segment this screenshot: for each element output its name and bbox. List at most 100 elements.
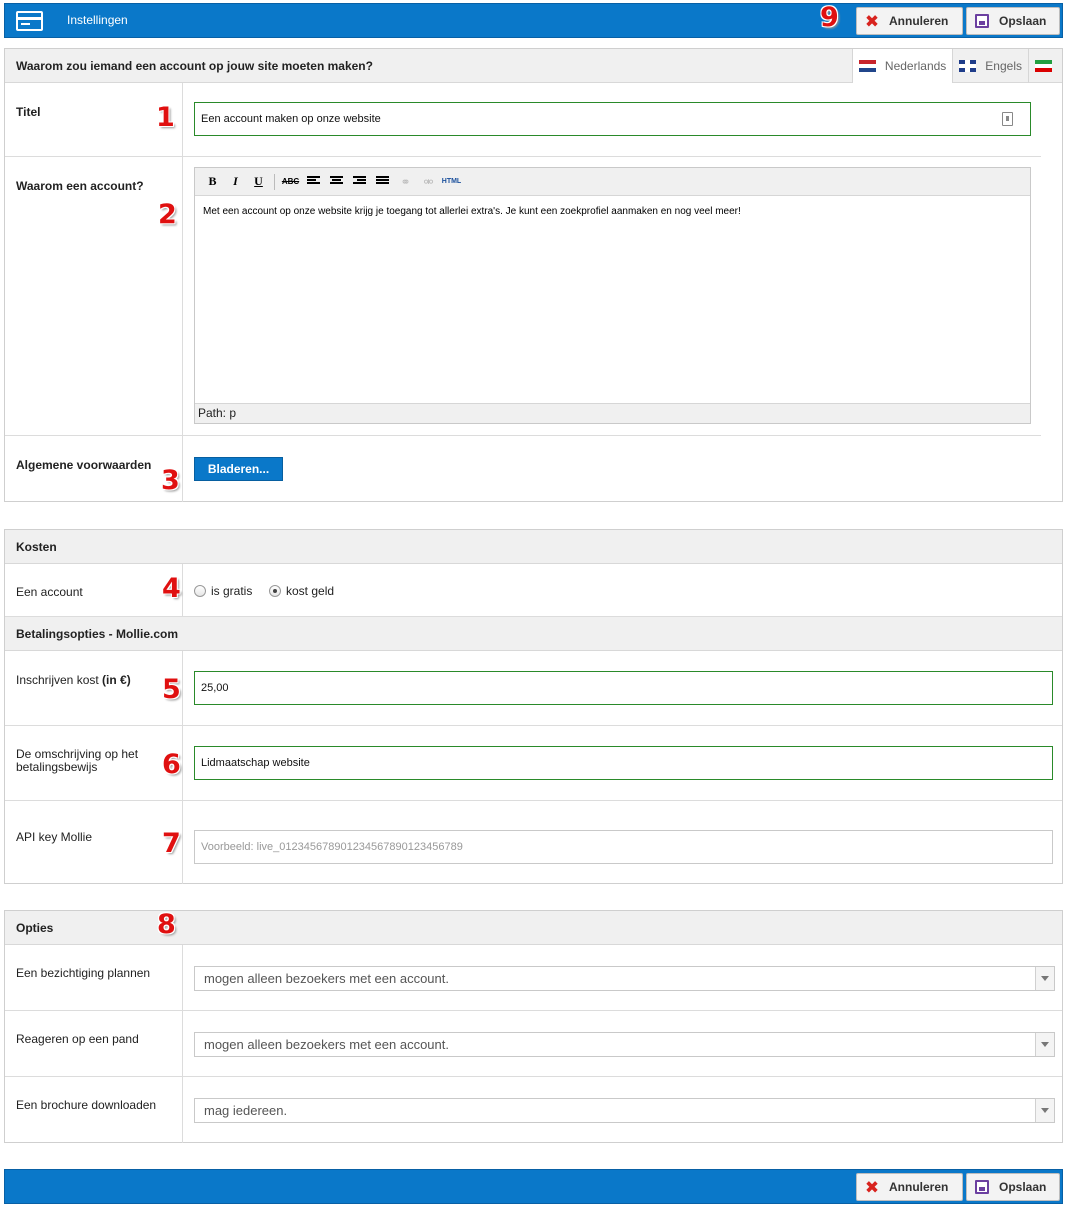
waarom-label: Waarom een account?: [16, 179, 144, 193]
account-panel: Waarom zou iemand een account op jouw si…: [4, 48, 1063, 502]
option-1-label: Een bezichtiging plannen: [16, 966, 151, 980]
editor-content[interactable]: Met een account op onze website krijg je…: [203, 206, 741, 217]
fee-label: Inschrijven kost (in €): [16, 673, 131, 687]
radio-paid-dot[interactable]: [269, 585, 281, 597]
annotation-7: 7: [162, 828, 181, 859]
divider: [182, 83, 183, 156]
flag-nl-icon: [858, 60, 876, 72]
costs-panel: Kosten Een account is gratis kost geld 4…: [4, 529, 1063, 884]
radio-paid[interactable]: kost geld: [269, 584, 334, 598]
api-label: API key Mollie: [16, 830, 93, 844]
close-icon: ✖: [864, 11, 880, 31]
divider: [182, 436, 183, 502]
description-input[interactable]: Lidmaatschap website: [194, 746, 1053, 780]
divider: [182, 726, 183, 800]
divider: [182, 1011, 183, 1076]
save-button-bottom[interactable]: Opslaan: [966, 1173, 1060, 1201]
divider: [182, 651, 183, 725]
divider: [182, 1077, 183, 1143]
titel-label: Titel: [16, 105, 41, 119]
option-2-value: mogen alleen bezoekers met een account.: [204, 1037, 449, 1052]
tab-iran[interactable]: [1028, 49, 1062, 83]
save-icon: [973, 12, 991, 30]
radio-free[interactable]: is gratis: [194, 584, 252, 598]
flag-ir-icon: [1035, 60, 1052, 72]
tab-engels-label: Engels: [985, 59, 1022, 73]
annotation-8: 8: [157, 909, 176, 940]
chevron-down-icon[interactable]: [1035, 1099, 1054, 1122]
browse-button[interactable]: Bladeren...: [194, 457, 283, 481]
tab-nederlands-label: Nederlands: [884, 59, 947, 73]
row-option-2: Reageren op een pand mogen alleen bezoek…: [5, 1011, 1062, 1077]
tab-engels[interactable]: Engels: [952, 49, 1028, 83]
divider: [182, 157, 183, 435]
cancel-button-label: Annuleren: [889, 1180, 949, 1194]
underline-button[interactable]: U: [247, 174, 270, 189]
chevron-down-icon[interactable]: [1035, 967, 1054, 990]
option-2-select[interactable]: mogen alleen bezoekers met een account.: [194, 1032, 1055, 1057]
language-tabs: Nederlands Engels: [851, 49, 1062, 83]
radio-free-dot[interactable]: [194, 585, 206, 597]
account-heading: Waarom zou iemand een account op jouw si…: [5, 49, 1062, 83]
top-toolbar: Instellingen ✖ Annuleren Opslaan: [4, 3, 1063, 38]
save-button[interactable]: Opslaan: [966, 7, 1060, 35]
align-center-button[interactable]: [325, 175, 348, 189]
option-3-label: Een brochure downloaden: [16, 1098, 157, 1112]
fee-unit: (in €): [102, 673, 131, 687]
fee-label-text: Inschrijven kost: [16, 673, 99, 687]
annotation-5: 5: [162, 674, 181, 705]
save-button-label: Opslaan: [999, 1180, 1047, 1194]
unlink-icon[interactable]: ⚮: [417, 175, 440, 189]
align-right-button[interactable]: [348, 175, 371, 189]
annotation-3: 3: [161, 465, 180, 496]
api-key-input[interactable]: Voorbeeld: live_012345678901234567890123…: [194, 830, 1053, 864]
titel-input[interactable]: Een account maken op onze website: [194, 102, 1031, 136]
option-2-label: Reageren op een pand: [16, 1032, 139, 1046]
page-title: Instellingen: [67, 13, 128, 27]
voorwaarden-label: Algemene voorwaarden: [16, 458, 152, 472]
annotation-6: 6: [162, 749, 181, 780]
account-heading-text: Waarom zou iemand een account op jouw si…: [16, 59, 373, 73]
chevron-down-icon[interactable]: [1035, 1033, 1054, 1056]
save-icon: [973, 1178, 991, 1196]
divider: [182, 801, 183, 884]
annotation-4: 4: [162, 573, 181, 604]
translate-icon[interactable]: [1002, 112, 1013, 126]
flag-uk-icon: [959, 60, 977, 72]
strikethrough-button[interactable]: ABC: [279, 177, 302, 186]
bottom-toolbar: ✖ Annuleren Opslaan: [4, 1169, 1063, 1204]
divider: [182, 564, 183, 616]
justify-button[interactable]: [371, 175, 394, 189]
html-button[interactable]: HTML: [440, 178, 463, 185]
cancel-button-label: Annuleren: [889, 14, 949, 28]
link-icon[interactable]: ⚭: [394, 175, 417, 189]
italic-button[interactable]: I: [224, 174, 247, 189]
editor-path: Path: p: [195, 403, 1030, 423]
annotation-2: 2: [158, 199, 177, 230]
account-label: Een account: [16, 585, 83, 599]
tab-nederlands[interactable]: Nederlands: [851, 49, 953, 83]
description-label: De omschrijving op het betalingsbewijs: [16, 747, 139, 774]
save-button-label: Opslaan: [999, 14, 1047, 28]
rich-text-editor[interactable]: B I U ABC ⚭ ⚮ HTML Met een account op on…: [194, 167, 1031, 424]
payment-heading: Betalingsopties - Mollie.com: [5, 617, 1062, 651]
fee-input[interactable]: 25,00: [194, 671, 1053, 705]
option-3-value: mag iedereen.: [204, 1103, 288, 1118]
costs-heading: Kosten: [5, 530, 1062, 564]
titel-input-value: Een account maken op onze website: [201, 113, 381, 125]
option-1-select[interactable]: mogen alleen bezoekers met een account.: [194, 966, 1055, 991]
bold-button[interactable]: B: [201, 174, 224, 189]
annotation-1: 1: [156, 102, 175, 133]
cancel-button[interactable]: ✖ Annuleren: [856, 7, 963, 35]
radio-paid-label: kost geld: [286, 584, 335, 598]
close-icon: ✖: [864, 1177, 880, 1197]
divider: [182, 945, 183, 1010]
annotation-9: 9: [820, 2, 839, 33]
row-option-3: Een brochure downloaden mag iedereen.: [5, 1077, 1062, 1143]
option-3-select[interactable]: mag iedereen.: [194, 1098, 1055, 1123]
align-left-button[interactable]: [302, 175, 325, 189]
cancel-button-bottom[interactable]: ✖ Annuleren: [856, 1173, 963, 1201]
options-panel: Opties Een bezichtiging plannen mogen al…: [4, 910, 1063, 1143]
toolbar-separator: [274, 173, 275, 190]
row-option-1: Een bezichtiging plannen mogen alleen be…: [5, 945, 1062, 1011]
